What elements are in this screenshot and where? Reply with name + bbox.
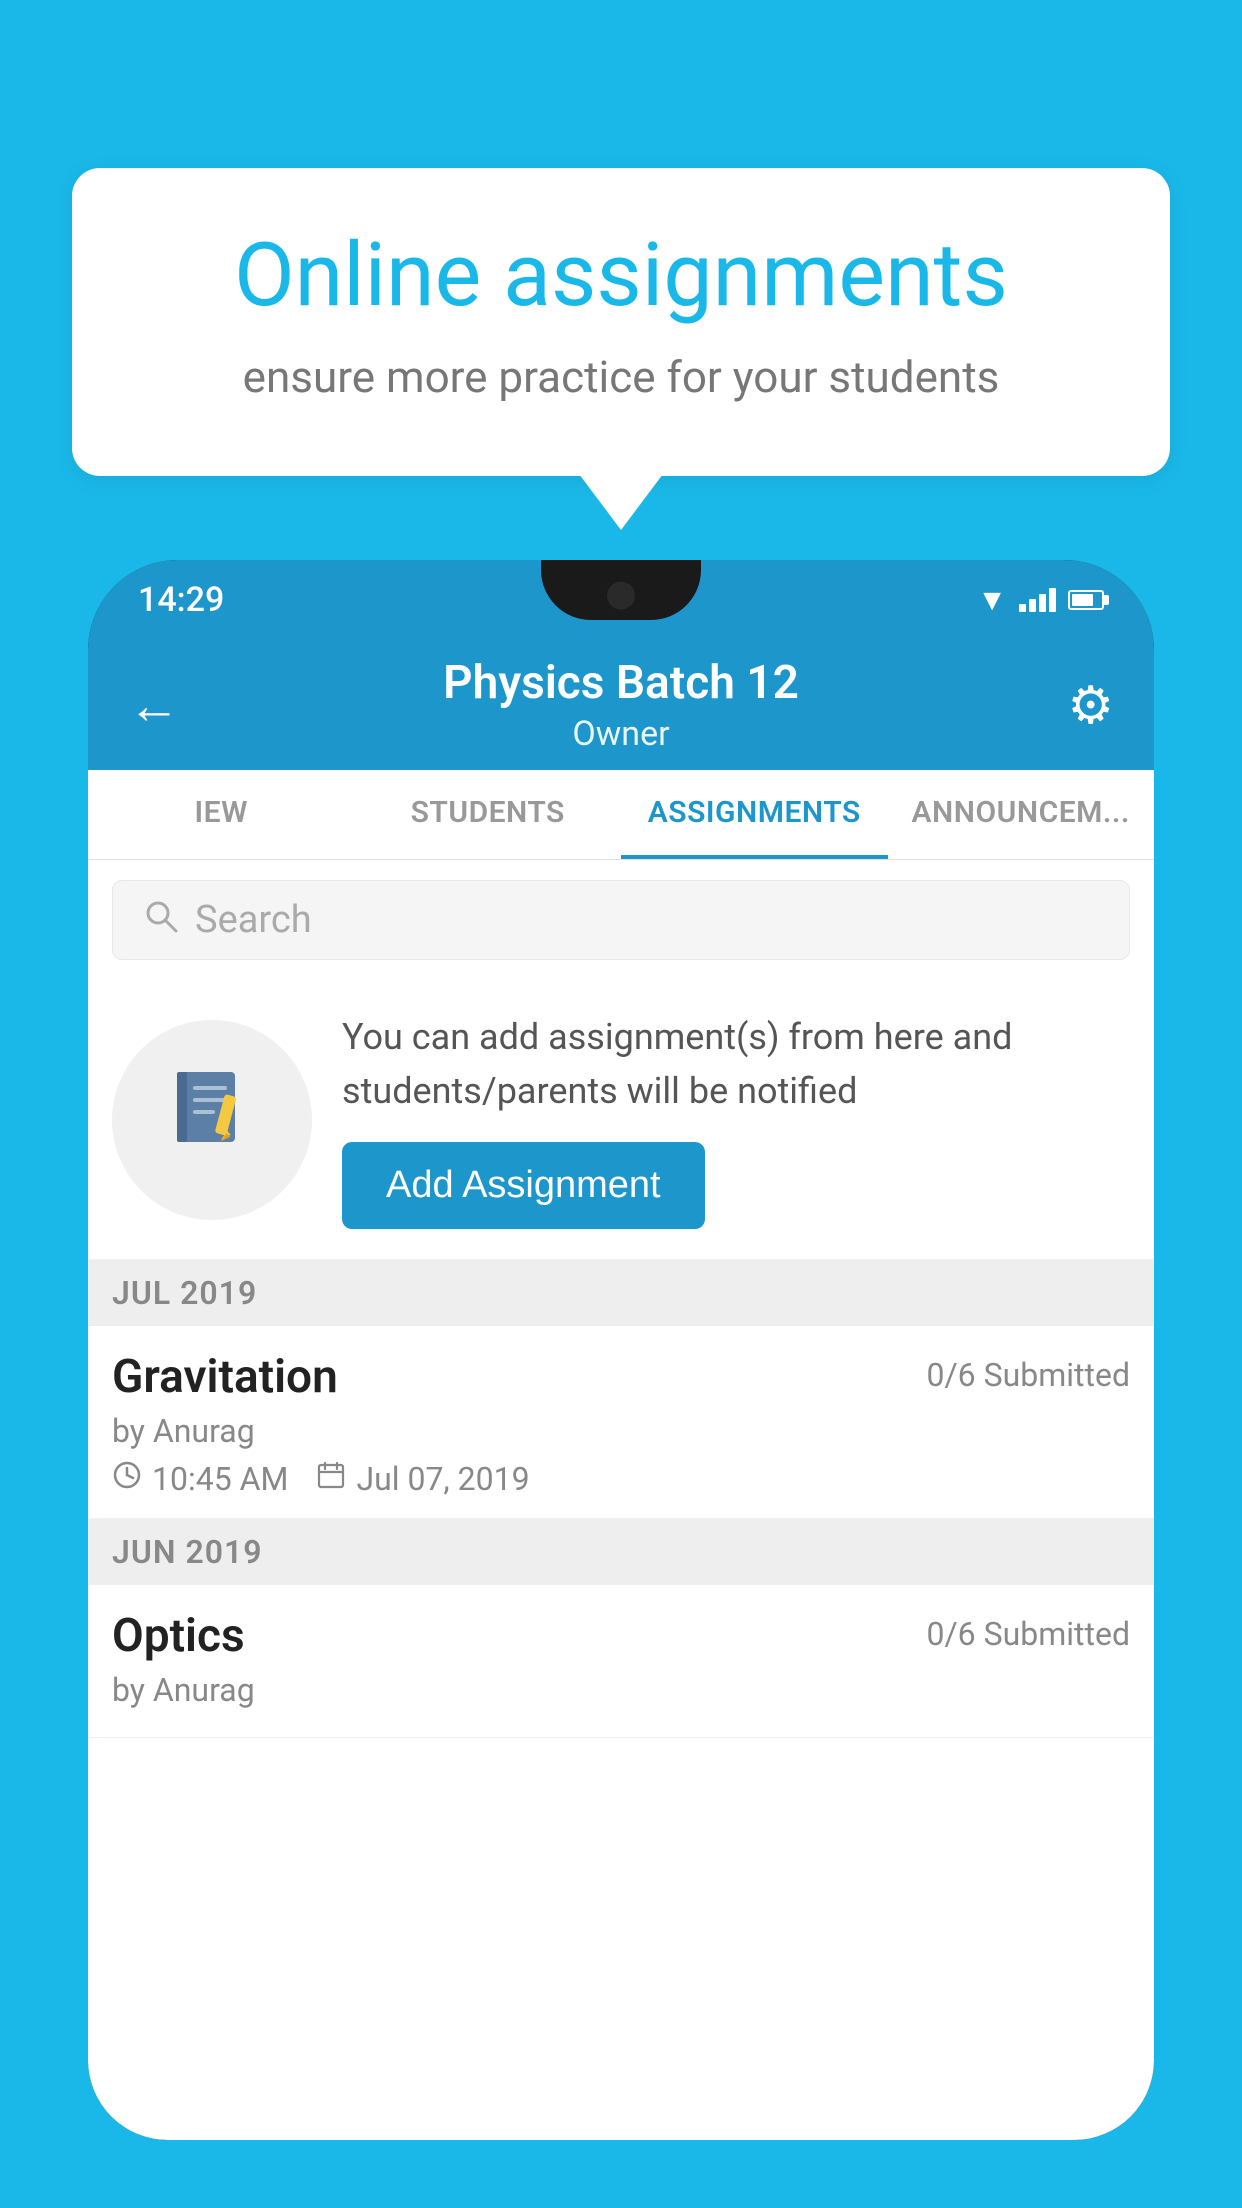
add-assignment-button[interactable]: Add Assignment — [342, 1142, 705, 1229]
wifi-icon: ▼ — [977, 583, 1007, 618]
assignment-time-gravitation: 10:45 AM — [112, 1460, 288, 1498]
clock-icon — [112, 1460, 142, 1498]
status-time: 14:29 — [138, 580, 224, 620]
promo-icon-circle — [112, 1020, 312, 1220]
status-icons: ▼ — [977, 583, 1104, 618]
tab-announcements[interactable]: ANNOUNCEM... — [888, 770, 1155, 859]
assignment-by-gravitation: by Anurag — [112, 1412, 1130, 1450]
assignment-item-gravitation[interactable]: Gravitation 0/6 Submitted by Anurag — [88, 1326, 1154, 1519]
bubble-title: Online assignments — [142, 228, 1100, 325]
tab-assignments-label: ASSIGNMENTS — [648, 795, 861, 830]
assignment-title-optics: Optics — [112, 1609, 245, 1663]
assignment-meta-row-gravitation: 10:45 AM Jul 07, 2019 — [112, 1460, 1130, 1498]
speech-bubble: Online assignments ensure more practice … — [72, 168, 1170, 476]
notch — [541, 560, 701, 620]
notch-camera — [607, 582, 635, 610]
header-subtitle: Owner — [198, 714, 1044, 754]
assignment-date-gravitation: Jul 07, 2019 — [316, 1460, 529, 1498]
tab-iew-label: IEW — [195, 795, 248, 830]
promo-section: You can add assignment(s) from here and … — [88, 980, 1154, 1260]
bubble-subtitle: ensure more practice for your students — [142, 349, 1100, 406]
assignment-time-label: 10:45 AM — [152, 1460, 288, 1498]
assignment-title-gravitation: Gravitation — [112, 1350, 338, 1404]
notebook-icon — [167, 1064, 257, 1176]
assignment-date-label: Jul 07, 2019 — [356, 1460, 529, 1498]
search-placeholder: Search — [195, 898, 312, 942]
assignment-row-top: Gravitation 0/6 Submitted — [112, 1350, 1130, 1404]
header-center: Physics Batch 12 Owner — [198, 656, 1044, 754]
tab-iew[interactable]: IEW — [88, 770, 355, 859]
section-jun-2019: JUN 2019 — [88, 1519, 1154, 1585]
status-bar: 14:29 ▼ — [88, 560, 1154, 640]
back-button[interactable]: ← — [128, 675, 198, 736]
tab-bar: IEW STUDENTS ASSIGNMENTS ANNOUNCEM... — [88, 770, 1154, 860]
header-title: Physics Batch 12 — [198, 656, 1044, 710]
app-header: ← Physics Batch 12 Owner ⚙ — [88, 640, 1154, 770]
battery-icon — [1068, 590, 1104, 610]
tab-students[interactable]: STUDENTS — [355, 770, 622, 859]
tab-assignments[interactable]: ASSIGNMENTS — [621, 770, 888, 859]
speech-bubble-container: Online assignments ensure more practice … — [72, 168, 1170, 476]
promo-content: You can add assignment(s) from here and … — [342, 1010, 1130, 1229]
settings-button[interactable]: ⚙ — [1044, 675, 1114, 736]
section-jul-2019: JUL 2019 — [88, 1260, 1154, 1326]
promo-text: You can add assignment(s) from here and … — [342, 1010, 1130, 1118]
assignment-submitted-gravitation: 0/6 Submitted — [926, 1356, 1130, 1394]
tab-announcements-label: ANNOUNCEM... — [912, 795, 1130, 830]
content-area: Search — [88, 860, 1154, 2140]
calendar-icon — [316, 1460, 346, 1498]
search-bar[interactable]: Search — [112, 880, 1130, 960]
phone-frame: 14:29 ▼ ← Physics Batch — [88, 560, 1154, 2140]
assignment-by-optics: by Anurag — [112, 1671, 1130, 1709]
assignment-item-optics[interactable]: Optics 0/6 Submitted by Anurag — [88, 1585, 1154, 1738]
signal-icon — [1019, 588, 1056, 612]
assignment-submitted-optics: 0/6 Submitted — [926, 1615, 1130, 1653]
phone-wrapper: 14:29 ▼ ← Physics Batch — [88, 560, 1154, 2208]
tab-students-label: STUDENTS — [411, 795, 565, 830]
search-icon — [143, 898, 179, 943]
assignment-row-top-optics: Optics 0/6 Submitted — [112, 1609, 1130, 1663]
